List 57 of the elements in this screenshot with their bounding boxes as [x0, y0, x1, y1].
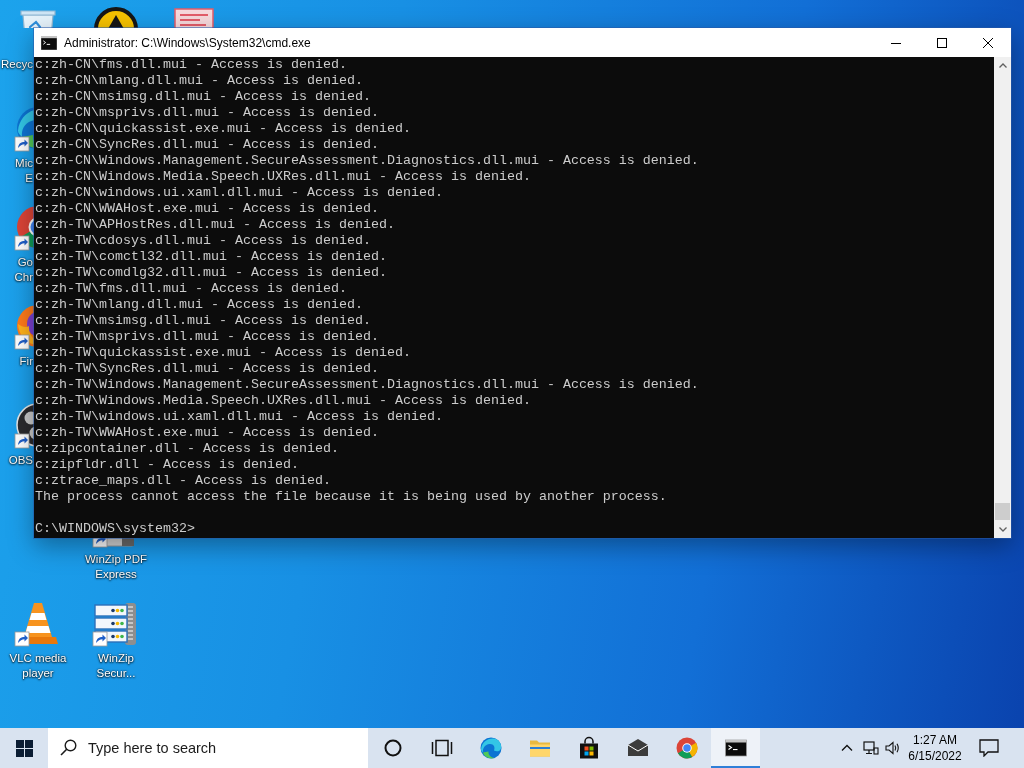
close-icon	[983, 37, 993, 48]
desktop-icon-label[interactable]: Fir	[19, 354, 33, 369]
console-line: c:zh-TW\comctl32.dll.mui - Access is denied.	[35, 249, 387, 265]
caret-up-icon	[841, 742, 853, 754]
console-line: c:ztrace_maps.dll - Access is denied.	[35, 473, 331, 489]
console-line: c:zh-CN\mlang.dll.mui - Access is denied.	[35, 73, 363, 89]
console-line: c:zh-TW\quickassist.exe.mui - Access is denied.	[35, 345, 411, 361]
console-line: c:zh-TW\comdlg32.dll.mui - Access is denied.	[35, 265, 387, 281]
search-icon	[60, 739, 77, 756]
console-line: c:zh-CN\Windows.Media.Speech.UXRes.dll.mui - Access is denied.	[35, 169, 531, 185]
console-line: c:zh-CN\SyncRes.dll.mui - Access is denied.	[35, 137, 379, 153]
console-line: c:zh-CN\fms.dll.mui - Access is denied.	[35, 57, 347, 73]
console-line: c:zh-TW\Windows.Media.Speech.UXRes.dll.mui - Access is denied.	[35, 393, 531, 409]
search-field[interactable]: Type here to search	[48, 728, 368, 768]
console-line: c:zipcontainer.dll - Access is denied.	[35, 441, 339, 457]
desktop-icon-label[interactable]: WinZip PDF Express	[85, 552, 147, 582]
desktop-icon-label[interactable]: WinZip Secur...	[96, 651, 136, 681]
console-line: c:zh-CN\WWAHost.exe.mui - Access is denied.	[35, 201, 379, 217]
command-prompt[interactable]: C:\WINDOWS\system32>	[35, 521, 195, 537]
console-line: c:zh-TW\mlang.dll.mui - Access is denied.	[35, 297, 363, 313]
console-line: c:zh-CN\Windows.Management.SecureAssessment.Diagnostics.dll.mui - Access is denied.	[35, 153, 699, 169]
terminal-icon	[41, 35, 57, 50]
desktop-icon-label[interactable]: OBS	[8, 453, 33, 468]
desktop-icon-label[interactable]: VLC media player	[9, 651, 67, 681]
console-line: c:zh-TW\WWAHost.exe.mui - Access is denied.	[35, 425, 379, 441]
desktop-icon-label[interactable]: Mic E	[15, 156, 33, 186]
console-line: c:zh-TW\msprivs.dll.mui - Access is denied.	[35, 329, 379, 345]
console-line: c:zh-CN\quickassist.exe.mui - Access is denied.	[35, 121, 411, 137]
console-line: c:zh-CN\msprivs.dll.mui - Access is denied.	[35, 105, 379, 121]
desktop-icon-label[interactable]: Go Chr	[14, 255, 33, 285]
swirl-icon	[478, 736, 503, 760]
caret-down-icon	[998, 527, 1007, 532]
taskbar-button[interactable]	[711, 728, 760, 768]
console-line: c:zh-TW\SyncRes.dll.mui - Access is denied.	[35, 361, 379, 377]
network-icon	[863, 740, 879, 756]
console-line: c:zh-CN\msimsg.dll.mui - Access is denied.	[35, 89, 371, 105]
console-line: c:zh-TW\APHostRes.dll.mui - Access is denied.	[35, 217, 395, 233]
console-line: The process cannot access the file because it is being used by another process.	[35, 489, 667, 505]
terminal-icon	[723, 736, 748, 760]
console-line: c:zh-TW\msimsg.dll.mui - Access is denied.	[35, 313, 371, 329]
console-line: c:zh-TW\fms.dll.mui - Access is denied.	[35, 281, 347, 297]
console-line: c:zh-TW\windows.ui.xaml.dll.mui - Access is denied.	[35, 409, 443, 425]
console-line: c:zh-TW\cdosys.dll.mui - Access is denied.	[35, 233, 371, 249]
caret-up-icon	[998, 63, 1007, 68]
notification-icon	[979, 739, 999, 757]
console-line: c:zipfldr.dll - Access is denied.	[35, 457, 299, 473]
scrollbar[interactable]	[994, 57, 1011, 538]
maximize-icon	[937, 37, 947, 48]
four-panes-icon	[15, 739, 33, 757]
segmented-circle-icon	[674, 736, 699, 760]
console-line: c:zh-TW\Windows.Management.SecureAssessment.Diagnostics.dll.mui - Access is denied.	[35, 377, 699, 393]
desktop-icon-label[interactable]: Recyc	[1, 57, 33, 72]
console-line: c:zh-CN\windows.ui.xaml.dll.mui - Access is denied.	[35, 185, 443, 201]
window-title: Administrator: C:\Windows\System32\cmd.exe	[64, 35, 311, 50]
speaker-icon	[885, 740, 901, 756]
clock-button[interactable]: 1:27 AM 6/15/2022	[904, 728, 966, 768]
scrollbar-thumb[interactable]	[995, 503, 1010, 520]
